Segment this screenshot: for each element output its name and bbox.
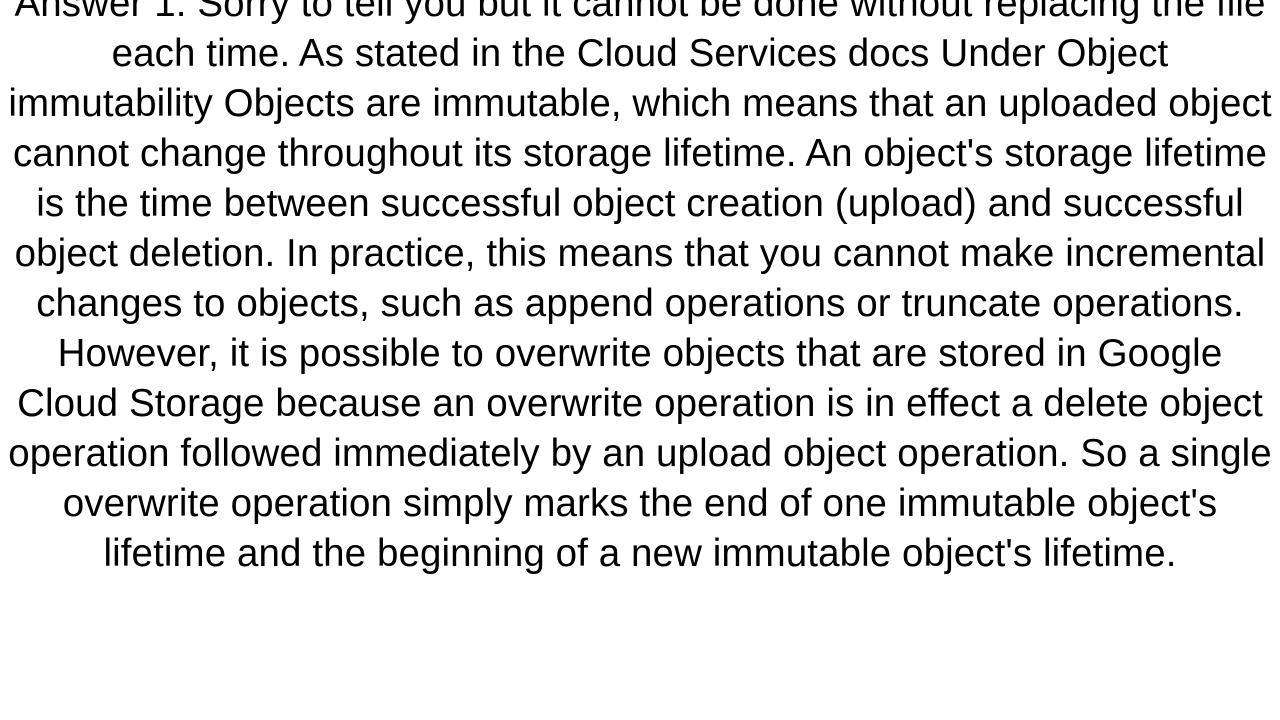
answer-body: Sorry to tell you but it cannot be done … bbox=[8, 0, 1272, 575]
document-page: Answer 1: Sorry to tell you but it canno… bbox=[0, 0, 1280, 720]
answer-paragraph: Answer 1: Sorry to tell you but it canno… bbox=[6, 0, 1274, 579]
answer-label: Answer 1: bbox=[14, 0, 197, 25]
